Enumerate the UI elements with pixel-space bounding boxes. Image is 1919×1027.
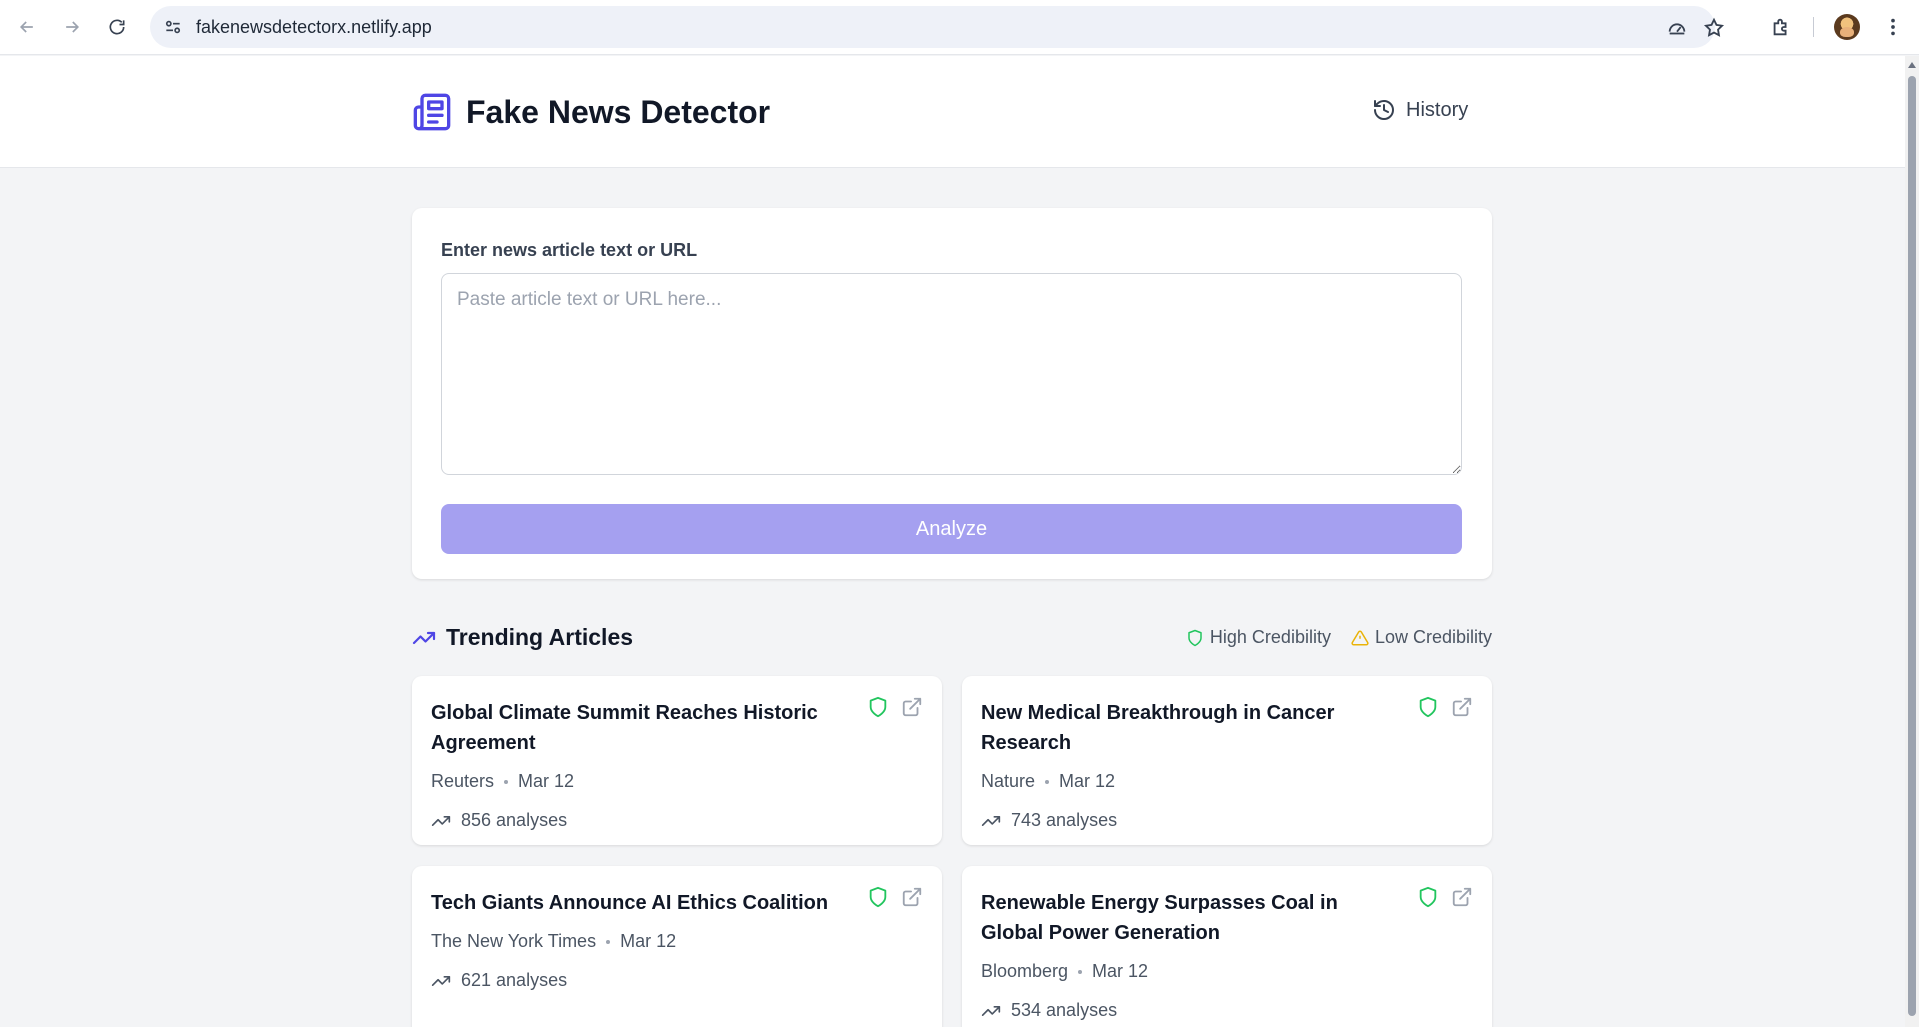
article-date: Mar 12 <box>620 931 677 951</box>
article-source: Reuters <box>431 771 495 791</box>
warning-triangle-icon <box>1351 629 1369 645</box>
article-actions <box>867 696 923 718</box>
reload-icon <box>109 19 125 35</box>
trending-up-icon <box>981 815 1001 826</box>
external-link-icon[interactable] <box>901 696 923 718</box>
trending-title-text: Trending Articles <box>446 624 634 650</box>
article-source: The New York Times <box>431 931 597 951</box>
article-source: Bloomberg <box>981 961 1069 981</box>
history-button[interactable]: History <box>1372 98 1468 122</box>
article-meta: Reuters Mar 12 <box>431 771 574 792</box>
external-link-icon[interactable] <box>901 886 923 908</box>
article-card[interactable]: Global Climate Summit Reaches Historic A… <box>412 676 942 845</box>
scroll-up-arrow[interactable] <box>1908 62 1916 68</box>
credibility-legend: High Credibility Low Credibility <box>1186 627 1492 648</box>
article-meta: The New York Times Mar 12 <box>431 931 676 952</box>
external-link-icon[interactable] <box>1451 886 1473 908</box>
article-meta: Nature Mar 12 <box>981 771 1115 792</box>
url-text[interactable]: fakenewsdetectorx.netlify.app <box>196 17 432 38</box>
extensions-button[interactable] <box>1768 14 1794 40</box>
shield-icon <box>1419 696 1437 718</box>
reload-button[interactable] <box>102 12 132 42</box>
toolbar-divider <box>1813 17 1814 37</box>
article-source: Nature <box>981 771 1036 791</box>
article-date: Mar 12 <box>1059 771 1116 791</box>
article-stats: 743 analyses <box>981 810 1117 831</box>
history-icon <box>1374 100 1394 120</box>
page-content: Fake News Detector History Enter news ar… <box>0 56 1905 1027</box>
trending-up-icon <box>412 631 436 644</box>
article-card[interactable]: Tech Giants Announce AI Ethics Coalition… <box>412 866 942 1027</box>
article-analyses: 856 analyses <box>461 810 568 830</box>
article-input-label: Enter news article text or URL <box>441 240 698 260</box>
app-title: Fake News Detector <box>466 93 771 130</box>
profile-avatar[interactable] <box>1834 14 1860 40</box>
article-analyses: 743 analyses <box>1011 810 1118 830</box>
article-title[interactable]: Global Climate Summit Reaches Historic A… <box>431 698 831 758</box>
meta-separator <box>504 779 509 784</box>
article-input[interactable] <box>441 273 1462 475</box>
page-scrollbar[interactable] <box>1905 56 1919 1027</box>
article-actions <box>1417 886 1473 908</box>
article-meta: Bloomberg Mar 12 <box>981 961 1148 982</box>
article-actions <box>1417 696 1473 718</box>
trending-title: Trending Articles <box>412 624 633 651</box>
shield-icon <box>869 696 887 718</box>
article-analyses: 621 analyses <box>461 970 568 990</box>
newspaper-icon <box>413 93 451 131</box>
brand[interactable]: Fake News Detector <box>412 92 770 132</box>
shield-icon <box>1188 629 1202 646</box>
article-card[interactable]: Renewable Energy Surpasses Coal in Globa… <box>962 866 1492 1027</box>
performance-icon[interactable] <box>1666 17 1688 39</box>
article-date: Mar 12 <box>518 771 575 791</box>
article-title[interactable]: New Medical Breakthrough in Cancer Resea… <box>981 698 1381 758</box>
site-info-icon[interactable] <box>160 14 186 40</box>
legend-low: Low Credibility <box>1351 627 1492 648</box>
app-header: Fake News Detector History <box>0 56 1905 168</box>
article-stats: 856 analyses <box>431 810 567 831</box>
shield-icon <box>1419 886 1437 908</box>
article-analyses: 534 analyses <box>1011 1000 1118 1020</box>
back-button[interactable] <box>12 12 42 42</box>
browser-toolbar: fakenewsdetectorx.netlify.app <box>0 0 1919 55</box>
article-date: Mar 12 <box>1092 961 1149 981</box>
shield-icon <box>869 886 887 908</box>
trending-up-icon <box>431 815 451 826</box>
trending-header: Trending Articles High Credibility Low C… <box>412 624 1492 654</box>
forward-button[interactable] <box>57 12 87 42</box>
arrow-right-icon <box>66 21 80 33</box>
external-link-icon[interactable] <box>1451 696 1473 718</box>
article-title[interactable]: Renewable Energy Surpasses Coal in Globa… <box>981 888 1381 948</box>
address-bar[interactable]: fakenewsdetectorx.netlify.app <box>150 6 1725 48</box>
meta-separator <box>606 939 611 944</box>
article-stats: 534 analyses <box>981 1000 1117 1021</box>
analyze-card: Enter news article text or URL Analyze <box>412 208 1492 579</box>
browser-menu-button[interactable] <box>1880 14 1906 40</box>
legend-high-label: High Credibility <box>1209 627 1331 647</box>
puzzle-icon <box>1773 18 1787 36</box>
legend-high: High Credibility <box>1186 627 1331 648</box>
trending-up-icon <box>431 975 451 986</box>
arrow-left-icon <box>19 21 33 33</box>
article-card[interactable]: New Medical Breakthrough in Cancer Resea… <box>962 676 1492 845</box>
scrollbar-thumb[interactable] <box>1908 76 1916 1016</box>
article-title[interactable]: Tech Giants Announce AI Ethics Coalition <box>431 888 831 918</box>
trending-up-icon <box>981 1005 1001 1016</box>
bookmark-star-icon[interactable] <box>1703 17 1725 39</box>
history-label: History <box>1406 98 1469 121</box>
article-stats: 621 analyses <box>431 970 567 991</box>
article-actions <box>867 886 923 908</box>
legend-low-label: Low Credibility <box>1374 627 1492 647</box>
meta-separator <box>1078 969 1083 974</box>
analyze-button[interactable]: Analyze <box>441 504 1462 554</box>
more-vertical-icon <box>1891 18 1895 36</box>
meta-separator <box>1045 779 1050 784</box>
